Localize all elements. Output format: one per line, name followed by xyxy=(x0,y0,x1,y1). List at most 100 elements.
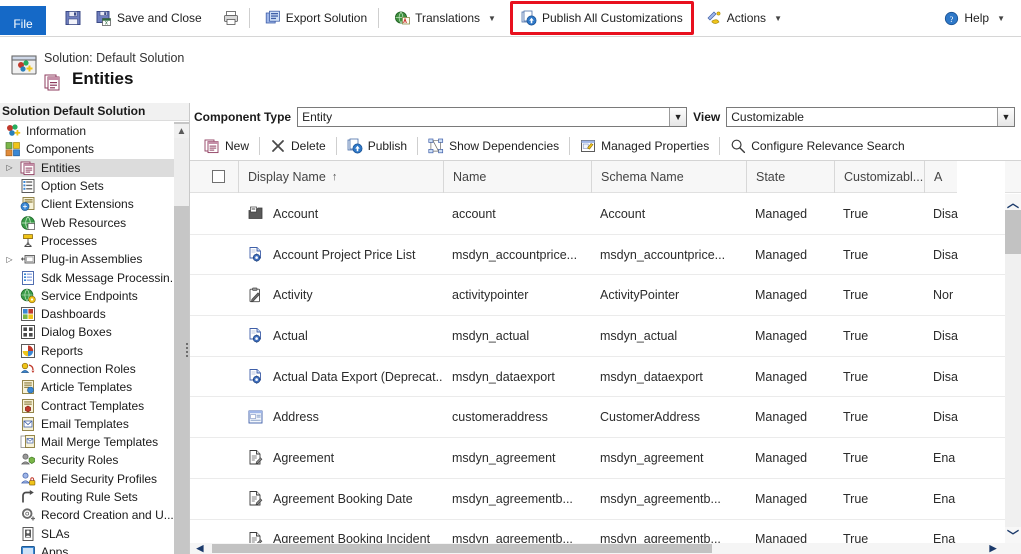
sidebar-tree[interactable]: Information Components ▷ Entities Option Set… xyxy=(0,122,180,554)
table-row[interactable]: Activity activitypointer ActivityPointer Ma… xyxy=(190,275,1021,317)
show-dependencies-button[interactable]: Show Dependencies xyxy=(420,134,567,158)
toolbar-separator xyxy=(248,8,250,28)
expand-chevron-icon[interactable]: ▷ xyxy=(4,255,15,264)
table-row[interactable]: Address customeraddress CustomerAddress Man… xyxy=(190,397,1021,439)
actions-icon xyxy=(706,10,722,26)
sidebar-item-components[interactable]: Components xyxy=(0,140,175,158)
sidebar-item-processes[interactable]: Processes xyxy=(0,232,175,250)
print-button[interactable] xyxy=(218,5,244,31)
column-header-name[interactable]: Name xyxy=(443,161,591,193)
cell-audit: Ena xyxy=(924,532,984,543)
sidebar-item-article-templates[interactable]: Article Templates xyxy=(0,378,175,396)
column-header-label: State xyxy=(756,169,786,184)
svg-text:x: x xyxy=(105,21,108,26)
sidebar-item-field-security-profiles[interactable]: Field Security Profiles xyxy=(0,470,175,488)
column-header-customizabl[interactable]: Customizabl... xyxy=(834,161,924,193)
sidebar-item-dialog-boxes[interactable]: Dialog Boxes xyxy=(0,323,175,341)
view-select[interactable]: Customizable ▼ xyxy=(726,107,1015,127)
table-row[interactable]: Account Project Price List msdyn_accountp… xyxy=(190,235,1021,276)
sidebar-item-dashboards[interactable]: Dashboards xyxy=(0,305,175,323)
option-sets-icon xyxy=(20,178,36,194)
component-type-select[interactable]: Entity ▼ xyxy=(297,107,688,127)
save-and-close-button[interactable]: x Save and Close xyxy=(90,5,208,31)
sidebar-item-contract-templates[interactable]: Contract Templates xyxy=(0,396,175,414)
sidebar-scrollbar-thumb[interactable] xyxy=(174,138,189,206)
new-button[interactable]: New xyxy=(196,134,257,158)
scroll-down-icon[interactable]: ﹀ xyxy=(1005,527,1021,543)
save-button[interactable] xyxy=(60,5,86,31)
sidebar-item-connection-roles[interactable]: Connection Roles xyxy=(0,360,175,378)
cell-customizable: True xyxy=(834,248,924,262)
sidebar-scroll-up-icon[interactable]: ▲ xyxy=(174,124,189,138)
sidebar-splitter-handle[interactable] xyxy=(184,335,189,365)
export-solution-button[interactable]: Export Solution xyxy=(259,5,373,31)
sidebar-item-routing-rule-sets[interactable]: Routing Rule Sets xyxy=(0,488,175,506)
column-header-state[interactable]: State xyxy=(746,161,834,193)
cell-audit: Nor xyxy=(924,288,984,302)
article-templates-icon xyxy=(20,379,36,395)
sidebar-item-slas[interactable]: SLAs xyxy=(0,525,175,543)
actions-button[interactable]: Actions ▼ xyxy=(700,5,788,31)
file-tab[interactable]: File xyxy=(0,5,46,35)
scroll-right-icon[interactable]: ▶ xyxy=(987,543,999,554)
scroll-left-icon[interactable]: ◀ xyxy=(194,543,206,554)
configure-relevance-search-button[interactable]: Configure Relevance Search xyxy=(722,134,912,158)
cell-text: Managed xyxy=(755,288,808,303)
cell-audit: Disa xyxy=(924,410,984,424)
cell-text: activitypointer xyxy=(452,288,529,303)
grid-vertical-scrollbar[interactable]: ︿ ﹀ xyxy=(957,161,1021,543)
table-row[interactable]: Account account Account Managed True Disa xyxy=(190,194,1021,235)
entity-gear-icon xyxy=(247,246,264,263)
sidebar-item-record-creation-and-u[interactable]: Record Creation and U... xyxy=(0,506,175,524)
scroll-up-icon[interactable]: ︿ xyxy=(1005,194,1021,210)
sidebar-item-entities[interactable]: ▷ Entities xyxy=(0,158,175,177)
cell-schema-name: Account xyxy=(591,207,746,221)
action-separator xyxy=(569,136,571,155)
sidebar-item-plug-in-assemblies[interactable]: ▷ Plug-in Assemblies xyxy=(0,250,175,268)
publish-button[interactable]: Publish xyxy=(339,134,415,158)
sidebar-item-option-sets[interactable]: Option Sets xyxy=(0,177,175,195)
sidebar-item-security-roles[interactable]: Security Roles xyxy=(0,451,175,469)
table-row[interactable]: Actual Data Export (Deprecat... msdyn_dat… xyxy=(190,357,1021,398)
sidebar-item-mail-merge-templates[interactable]: Mail Merge Templates xyxy=(0,433,175,451)
sidebar-item-apps[interactable]: Apps xyxy=(0,543,175,554)
table-row[interactable]: Agreement Booking Date msdyn_agreementb..… xyxy=(190,479,1021,520)
sidebar-item-service-endpoints[interactable]: Service Endpoints xyxy=(0,287,175,305)
grid-rows[interactable]: Account account Account Managed True Disa Acco… xyxy=(190,194,1021,543)
sidebar-item-email-templates[interactable]: Email Templates xyxy=(0,415,175,433)
managed-properties-button[interactable]: Managed Properties xyxy=(572,134,717,158)
table-row[interactable]: Agreement Booking Incident msdyn_agreemen… xyxy=(190,520,1021,543)
grid-hscroll-thumb[interactable] xyxy=(212,544,712,553)
grid-vscroll-thumb[interactable] xyxy=(1005,210,1021,254)
cell-text: msdyn_agreementb... xyxy=(452,532,573,543)
cell-schema-name: msdyn_accountprice... xyxy=(591,248,746,262)
cell-text: msdyn_actual xyxy=(600,328,678,343)
delete-button[interactable]: Delete xyxy=(262,134,334,158)
print-icon xyxy=(223,10,239,26)
select-all-header[interactable] xyxy=(190,161,238,193)
chevron-down-icon-view[interactable]: ▼ xyxy=(997,108,1014,126)
publish-all-customizations-button[interactable]: Publish All Customizations xyxy=(519,5,685,31)
sidebar-item-reports[interactable]: Reports xyxy=(0,342,175,360)
grid-vscroll-track[interactable] xyxy=(1005,210,1021,527)
expand-chevron-icon[interactable]: ▷ xyxy=(4,163,15,172)
sidebar-item-client-extensions[interactable]: Client Extensions xyxy=(0,195,175,213)
table-row[interactable]: Actual msdyn_actual msdyn_actual Managed Tru… xyxy=(190,316,1021,357)
component-type-label: Component Type xyxy=(194,110,292,124)
sidebar-item-label: Routing Rule Sets xyxy=(41,490,138,505)
grid-horizontal-scrollbar[interactable]: ◀ ▶ xyxy=(190,543,1021,554)
chevron-down-icon-component-type[interactable]: ▼ xyxy=(669,108,687,126)
cell-state: Managed xyxy=(746,329,834,343)
select-all-checkbox[interactable] xyxy=(212,170,225,183)
column-header-display-name[interactable]: Display Name ↑ xyxy=(238,161,443,193)
table-row[interactable]: Agreement msdyn_agreement msdyn_agreement M… xyxy=(190,438,1021,479)
sidebar-item-sdk-message-processin[interactable]: Sdk Message Processin... xyxy=(0,268,180,286)
help-button[interactable]: ? Help ▼ xyxy=(938,5,1011,31)
sidebar-item-information[interactable]: Information xyxy=(0,122,175,140)
help-icon: ? xyxy=(944,11,959,26)
action-separator xyxy=(719,136,721,155)
sidebar-item-web-resources[interactable]: Web Resources xyxy=(0,213,175,231)
translations-button[interactable]: Translations ▼ xyxy=(388,5,502,31)
column-header-schema-name[interactable]: Schema Name xyxy=(591,161,746,193)
cell-text: Managed xyxy=(755,450,808,465)
